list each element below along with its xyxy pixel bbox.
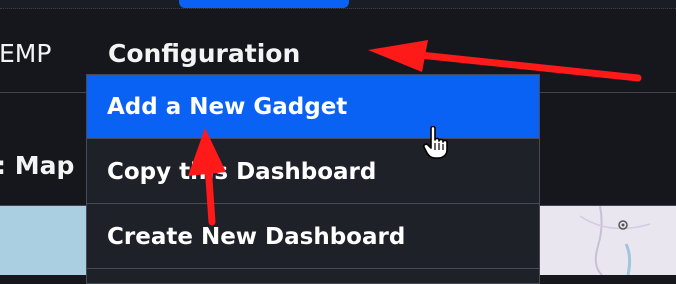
hand-pointer-icon [423, 126, 448, 159]
menu-item-copy-dashboard[interactable]: Copy this Dashboard [87, 140, 539, 204]
map-city-marker-dot [621, 223, 625, 227]
page-title: : Map [0, 151, 75, 180]
map-water [0, 206, 88, 275]
active-tab-indicator[interactable] [179, 0, 349, 8]
configuration-dropdown-menu: Add a New Gadget Copy this Dashboard Cre… [86, 74, 540, 284]
map-river [624, 243, 632, 275]
map-road [594, 206, 603, 275]
map-features [579, 206, 651, 275]
menu-item-create-new-dashboard[interactable]: Create New Dashboard [87, 205, 539, 269]
menu-item-add-new-gadget[interactable]: Add a New Gadget [87, 75, 539, 139]
nav-item-temp[interactable]: EMP [0, 39, 51, 69]
nav-item-configuration[interactable]: Configuration [108, 39, 300, 69]
map-road [579, 215, 651, 230]
